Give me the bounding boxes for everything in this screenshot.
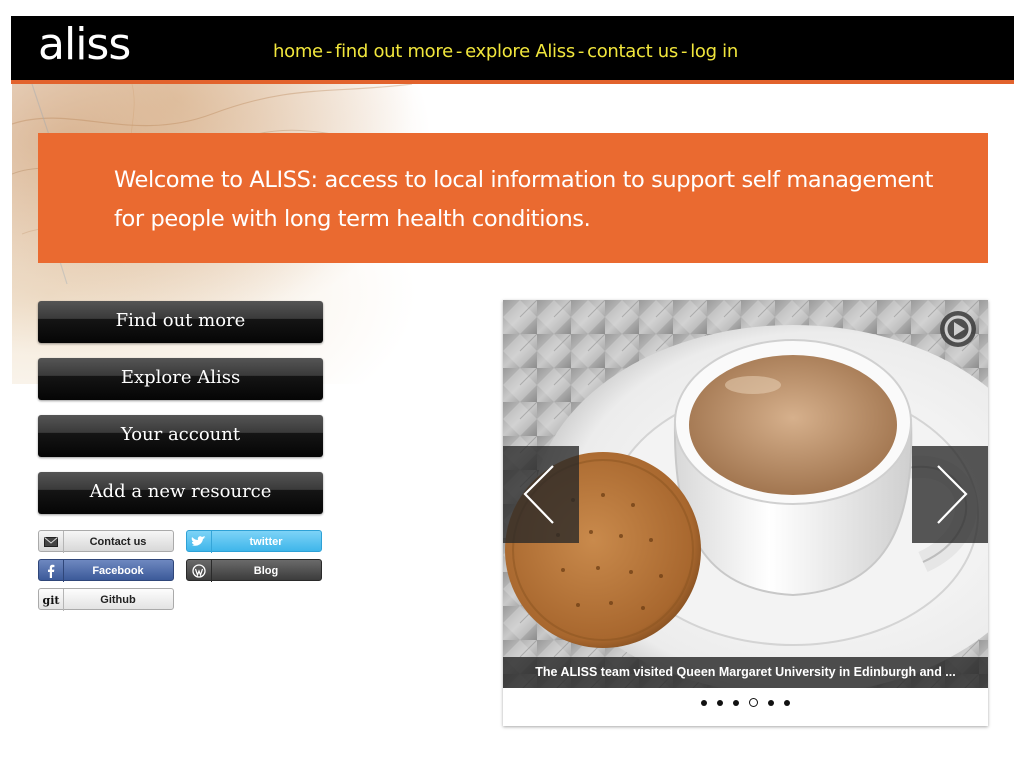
nav-log-in[interactable]: log in bbox=[690, 41, 738, 62]
envelope-icon bbox=[39, 531, 64, 553]
chevron-left-icon bbox=[523, 465, 554, 524]
slide-pagination bbox=[503, 694, 988, 708]
slide-caption[interactable]: The ALISS team visited Queen Margaret Un… bbox=[503, 657, 988, 688]
welcome-text: Welcome to ALISS: access to local inform… bbox=[114, 167, 934, 232]
blog-label: Blog bbox=[253, 565, 279, 577]
nav-separator: - bbox=[680, 41, 688, 62]
nav-separator: - bbox=[577, 41, 585, 62]
main-nav: home - find out more - explore Aliss - contact… bbox=[273, 41, 738, 62]
your-account-button[interactable]: Your account bbox=[38, 415, 323, 457]
prev-slide-button[interactable] bbox=[503, 446, 579, 543]
blog-button[interactable]: Blog bbox=[186, 559, 322, 582]
next-slide-button[interactable] bbox=[912, 446, 988, 543]
nav-contact-us[interactable]: contact us bbox=[587, 41, 678, 62]
site-logo[interactable]: aliss bbox=[38, 20, 131, 70]
find-out-more-button[interactable]: Find out more bbox=[38, 301, 323, 343]
nav-separator: - bbox=[455, 41, 463, 62]
nav-explore-aliss[interactable]: explore Aliss bbox=[465, 41, 575, 62]
contact-us-label: Contact us bbox=[89, 536, 147, 548]
slide-dot-5[interactable] bbox=[768, 699, 774, 706]
slide-dot-2[interactable] bbox=[717, 699, 723, 706]
twitter-label: twitter bbox=[249, 536, 283, 548]
facebook-label: Facebook bbox=[92, 565, 144, 577]
top-bar: aliss home - find out more - explore Aliss - c… bbox=[11, 16, 1014, 84]
add-resource-button[interactable]: Add a new resource bbox=[38, 472, 323, 514]
github-label: Github bbox=[100, 594, 136, 606]
nav-find-out-more[interactable]: find out more bbox=[335, 41, 453, 62]
github-button[interactable]: git Github bbox=[38, 588, 174, 611]
wordpress-icon bbox=[187, 560, 212, 582]
image-slider: The ALISS team visited Queen Margaret Un… bbox=[503, 300, 988, 726]
chevron-right-icon bbox=[937, 465, 968, 524]
git-icon: git bbox=[39, 589, 64, 611]
contact-us-button[interactable]: Contact us bbox=[38, 530, 174, 553]
slide-dot-3[interactable] bbox=[733, 699, 739, 706]
slide-dot-4[interactable] bbox=[749, 698, 758, 708]
facebook-button[interactable]: Facebook bbox=[38, 559, 174, 582]
nav-separator: - bbox=[325, 41, 333, 62]
facebook-icon bbox=[39, 560, 64, 582]
slide-image: The ALISS team visited Queen Margaret Un… bbox=[503, 300, 988, 688]
explore-aliss-button[interactable]: Explore Aliss bbox=[38, 358, 323, 400]
slide-dot-6[interactable] bbox=[784, 699, 790, 706]
nav-home[interactable]: home bbox=[273, 41, 323, 62]
twitter-button[interactable]: twitter bbox=[186, 530, 322, 553]
welcome-banner: Welcome to ALISS: access to local inform… bbox=[38, 133, 988, 263]
play-icon[interactable] bbox=[939, 310, 977, 348]
slide-dot-1[interactable] bbox=[701, 699, 707, 706]
twitter-bird-icon bbox=[187, 531, 212, 553]
